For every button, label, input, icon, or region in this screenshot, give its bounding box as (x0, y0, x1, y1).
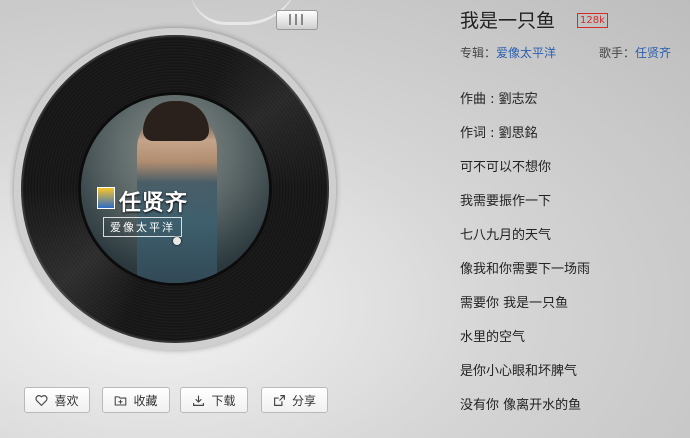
album-link[interactable]: 爱像太平洋 (496, 46, 556, 60)
singer-info: 歌手：任贤齐 (599, 44, 671, 61)
share-label: 分享 (291, 393, 316, 408)
heart-icon (35, 394, 48, 406)
share-button[interactable]: 分享 (261, 387, 328, 413)
singer-link[interactable]: 任贤齐 (635, 46, 671, 60)
lyric-line: 水里的空气 (460, 330, 526, 345)
lyric-line: 需要你 我是一只鱼 (460, 296, 569, 311)
singer-label: 歌手： (599, 46, 636, 60)
album-label: 专辑： (460, 46, 497, 60)
cover-artist-text: 任贤齐 (119, 191, 189, 216)
vinyl-record: 任贤齐 爱像太平洋 (14, 28, 336, 350)
cover-album-text: 爱像太平洋 (103, 217, 182, 237)
lyric-line: 像我和你需要下一场雨 (460, 262, 591, 277)
lyric-line: 作词 : 劉思銘 (460, 126, 538, 141)
vinyl-disc: 任贤齐 爱像太平洋 (21, 35, 329, 343)
song-title: 我是一只鱼 (460, 10, 556, 32)
album-info: 专辑：爱像太平洋 (460, 44, 556, 61)
album-cover: 任贤齐 爱像太平洋 (81, 95, 269, 283)
folder-add-icon (115, 395, 127, 405)
tonearm-head (276, 10, 318, 30)
lyric-line: 我需要振作一下 (460, 194, 552, 209)
vinyl-spindle (173, 237, 181, 245)
download-icon (193, 395, 205, 406)
lyric-line: 可不可以不想你 (460, 160, 552, 175)
download-label: 下载 (211, 393, 236, 408)
collect-button[interactable]: 收藏 (102, 387, 170, 413)
cover-artist-hair (143, 101, 209, 141)
share-icon (274, 394, 285, 406)
cover-logo-icon (97, 187, 115, 209)
quality-badge: 128k (577, 13, 608, 28)
lyric-line: 没有你 像离开水的鱼 (460, 398, 582, 413)
like-button[interactable]: 喜欢 (24, 387, 90, 413)
lyric-line: 作曲 : 劉志宏 (460, 92, 538, 107)
lyric-line: 是你小心眼和坏脾气 (460, 364, 578, 379)
download-button[interactable]: 下载 (180, 387, 248, 413)
lyric-line: 七八九月的天气 (460, 228, 552, 243)
like-label: 喜欢 (54, 393, 79, 408)
collect-label: 收藏 (133, 393, 158, 408)
